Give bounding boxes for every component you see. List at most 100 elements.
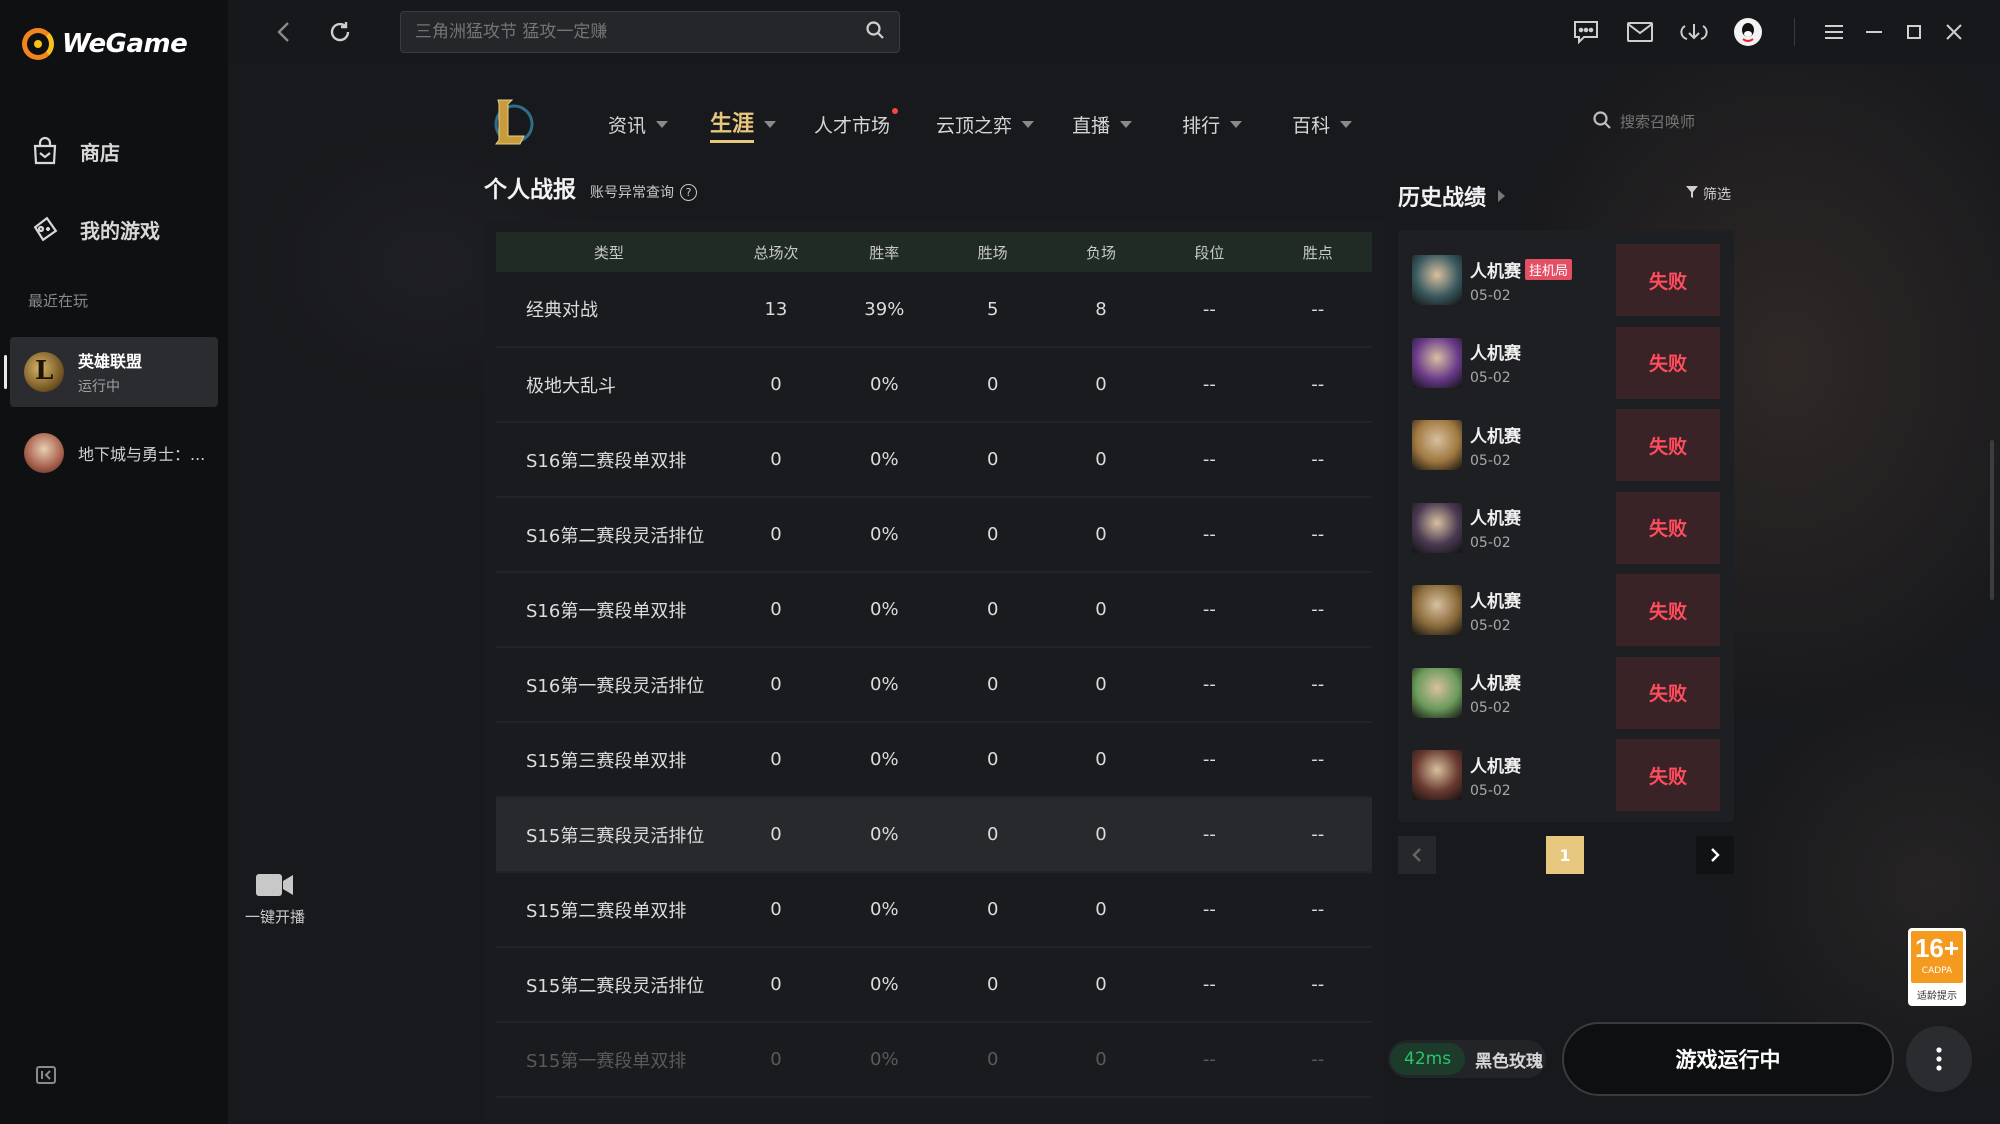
tab-career[interactable]: 生涯	[710, 106, 777, 143]
maximize-icon[interactable]	[1898, 16, 1930, 48]
table-cell: --	[1263, 947, 1372, 1023]
account-check-link[interactable]: 账号异常查询 ?	[590, 182, 697, 202]
column-header: 总场次	[721, 232, 831, 272]
tab-live[interactable]: 直播	[1072, 106, 1133, 143]
filter-button[interactable]: 筛选	[1686, 184, 1731, 204]
table-row[interactable]: S16第一赛段单双排 0 0% 0 0 -- --	[496, 572, 1372, 648]
history-panel: 人机赛 挂机局 05-02 失败 人机赛 05-02 失败 人机赛 05-02 失败 人机赛 05-0…	[1398, 230, 1734, 822]
mail-icon[interactable]	[1624, 16, 1656, 48]
next-page-button[interactable]	[1696, 836, 1734, 874]
match-row[interactable]: 人机赛 05-02 失败	[1412, 656, 1720, 729]
live-label: 一键开播	[244, 908, 305, 926]
table-cell: --	[1155, 422, 1264, 498]
summoner-search[interactable]	[1592, 110, 1740, 134]
scrollbar[interactable]	[1990, 440, 1994, 600]
qq-avatar-icon[interactable]	[1732, 16, 1764, 48]
game-running-button[interactable]: 游戏运行中	[1562, 1022, 1894, 1096]
lol-logo-icon[interactable]	[490, 96, 534, 148]
match-result: 失败	[1616, 574, 1720, 646]
server-status[interactable]: 42ms 黑色玫瑰	[1388, 1040, 1546, 1078]
champion-portrait	[1412, 255, 1462, 305]
sidebar-item-my-games[interactable]: 我的游戏	[28, 212, 160, 246]
more-options-icon[interactable]	[1906, 1026, 1972, 1092]
help-icon[interactable]: ?	[680, 183, 697, 201]
tab-wiki[interactable]: 百科	[1292, 106, 1353, 143]
table-cell: 0	[1046, 422, 1156, 498]
ping-value: 42ms	[1390, 1043, 1466, 1075]
table-cell: 0	[1046, 722, 1156, 798]
table-row[interactable]: S15第二赛段灵活排位 0 0% 0 0 -- --	[496, 947, 1372, 1023]
match-row[interactable]: 人机赛 挂机局 05-02 失败	[1412, 244, 1720, 316]
top-search-input[interactable]	[415, 22, 865, 42]
tab-news[interactable]: 资讯	[608, 106, 669, 143]
table-row[interactable]: S15第三赛段单双排 0 0% 0 0 -- --	[496, 722, 1372, 798]
camera-icon	[240, 872, 310, 898]
champion-portrait	[1412, 420, 1462, 470]
table-cell: 39%	[830, 272, 939, 348]
table-cell: 0	[938, 1022, 1047, 1098]
back-arrow-icon[interactable]	[268, 16, 300, 48]
table-cell: S15第三赛段灵活排位	[496, 797, 722, 873]
page-number[interactable]: 1	[1546, 836, 1584, 874]
table-cell: S15第二赛段单双排	[496, 872, 722, 948]
table-row[interactable]: 经典对战 13 39% 5 8 -- --	[496, 272, 1372, 348]
recent-game-lol[interactable]: 英雄联盟 运行中	[4, 337, 218, 407]
table-row[interactable]: S15第一赛段单双排 0 0% 0 0 -- --	[496, 1022, 1372, 1098]
match-date: 05-02	[1470, 452, 1511, 469]
prev-page-button[interactable]	[1398, 836, 1436, 874]
wegame-logo[interactable]: WeGame	[22, 28, 188, 60]
sidebar-item-label: 商店	[80, 140, 120, 165]
summoner-search-input[interactable]	[1620, 113, 1740, 131]
table-row[interactable]: S15第三赛段灵活排位 0 0% 0 0 -- --	[496, 797, 1372, 873]
table-cell: 0%	[830, 347, 939, 423]
match-mode: 人机赛	[1470, 426, 1521, 447]
table-row[interactable]: 极地大乱斗 0 0% 0 0 -- --	[496, 347, 1372, 423]
column-header: 负场	[1046, 232, 1156, 272]
table-cell: 0	[938, 872, 1047, 948]
match-row[interactable]: 人机赛 05-02 失败	[1412, 574, 1720, 646]
table-cell: --	[1263, 797, 1372, 873]
match-row[interactable]: 人机赛 05-02 失败	[1412, 326, 1720, 399]
tab-label: 资讯	[608, 115, 647, 137]
table-cell: --	[1263, 272, 1372, 348]
one-click-live-button[interactable]: 一键开播	[240, 872, 310, 927]
chat-icon[interactable]	[1570, 16, 1602, 48]
tab-talent-market[interactable]: 人才市场	[814, 106, 899, 143]
collapse-sidebar-icon[interactable]	[36, 1066, 58, 1086]
search-icon[interactable]	[865, 20, 885, 44]
caret-down-icon	[1120, 121, 1133, 128]
table-cell: 0%	[830, 947, 939, 1023]
table-cell: 经典对战	[496, 272, 722, 348]
match-row[interactable]: 人机赛 05-02 失败	[1412, 491, 1720, 564]
table-row[interactable]: S16第二赛段灵活排位 0 0% 0 0 -- --	[496, 497, 1372, 573]
table-cell: 0	[721, 797, 831, 873]
table-row[interactable]: S16第二赛段单双排 0 0% 0 0 -- --	[496, 422, 1372, 498]
close-icon[interactable]	[1938, 16, 1970, 48]
sidebar-item-store[interactable]: 商店	[28, 134, 120, 168]
top-search-box[interactable]	[400, 11, 900, 53]
column-header: 胜率	[830, 232, 939, 272]
match-row[interactable]: 人机赛 05-02 失败	[1412, 409, 1720, 481]
table-cell: 0	[721, 422, 831, 498]
table-cell: 0	[1046, 797, 1156, 873]
recent-game-name: 地下城与勇士：...	[78, 445, 206, 464]
download-icon[interactable]	[1678, 16, 1710, 48]
menu-icon[interactable]	[1818, 16, 1850, 48]
refresh-icon[interactable]	[324, 16, 356, 48]
table-cell: 0	[938, 347, 1047, 423]
tab-tft[interactable]: 云顶之弈	[936, 106, 1035, 143]
game-nav: 资讯 生涯 人才市场 云顶之弈 直播 排行 百科	[608, 106, 1353, 143]
match-row[interactable]: 人机赛 05-02 失败	[1412, 739, 1720, 811]
match-result: 失败	[1616, 656, 1720, 729]
tab-ranking[interactable]: 排行	[1182, 106, 1243, 143]
history-header[interactable]: 历史战绩	[1398, 180, 1506, 212]
table-cell: S16第一赛段灵活排位	[496, 647, 722, 723]
table-row[interactable]: S15第二赛段单双排 0 0% 0 0 -- --	[496, 872, 1372, 948]
stats-table: 类型 总场次 胜率 胜场 负场 段位 胜点 经典对战 13 39% 5 8 -- -- 极地大…	[496, 232, 1372, 1098]
tab-label: 直播	[1072, 115, 1111, 137]
table-cell: --	[1155, 347, 1264, 423]
minimize-icon[interactable]	[1858, 16, 1890, 48]
tab-label: 云顶之弈	[936, 115, 1013, 137]
recent-game-dnf[interactable]: 地下城与勇士：...	[10, 418, 218, 488]
table-row[interactable]: S16第一赛段灵活排位 0 0% 0 0 -- --	[496, 647, 1372, 723]
